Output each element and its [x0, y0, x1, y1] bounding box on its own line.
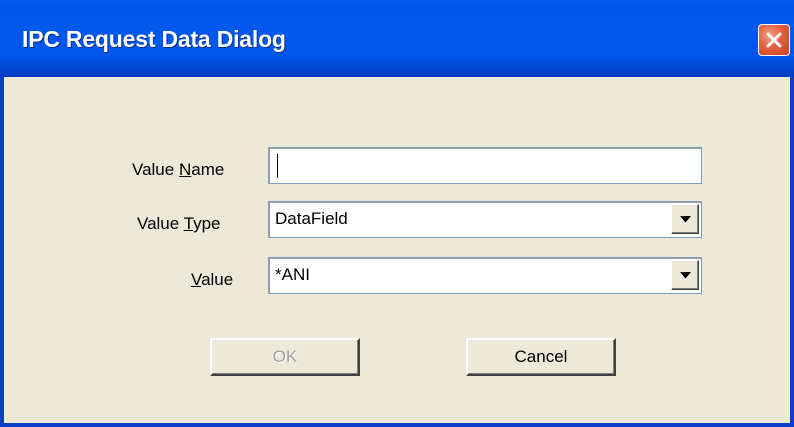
close-icon	[766, 32, 782, 48]
cancel-button[interactable]: Cancel	[466, 338, 616, 376]
close-button[interactable]	[758, 24, 790, 56]
dialog-window: IPC Request Data Dialog Value Name Value…	[0, 0, 794, 427]
chevron-down-icon	[680, 216, 691, 223]
value-type-label: Value Type	[137, 214, 221, 233]
text-caret	[277, 154, 278, 178]
value-selected: *ANI	[275, 265, 310, 284]
window-title: IPC Request Data Dialog	[22, 26, 286, 52]
chevron-down-icon	[680, 272, 691, 279]
value-label: Value	[191, 270, 234, 289]
value-name-input[interactable]	[268, 147, 702, 184]
value-type-dropdown-button[interactable]	[671, 204, 699, 234]
value-name-label: Value Name	[132, 160, 225, 179]
value-dropdown-button[interactable]	[671, 260, 699, 290]
ok-button[interactable]: OK	[210, 338, 360, 376]
value-type-selected: DataField	[275, 209, 348, 228]
value-type-select[interactable]: DataField	[268, 201, 702, 238]
title-bar[interactable]: IPC Request Data Dialog	[0, 0, 794, 77]
value-select[interactable]: *ANI	[268, 257, 702, 294]
dialog-content: Value Name Value Type DataField Value *A…	[4, 77, 790, 427]
